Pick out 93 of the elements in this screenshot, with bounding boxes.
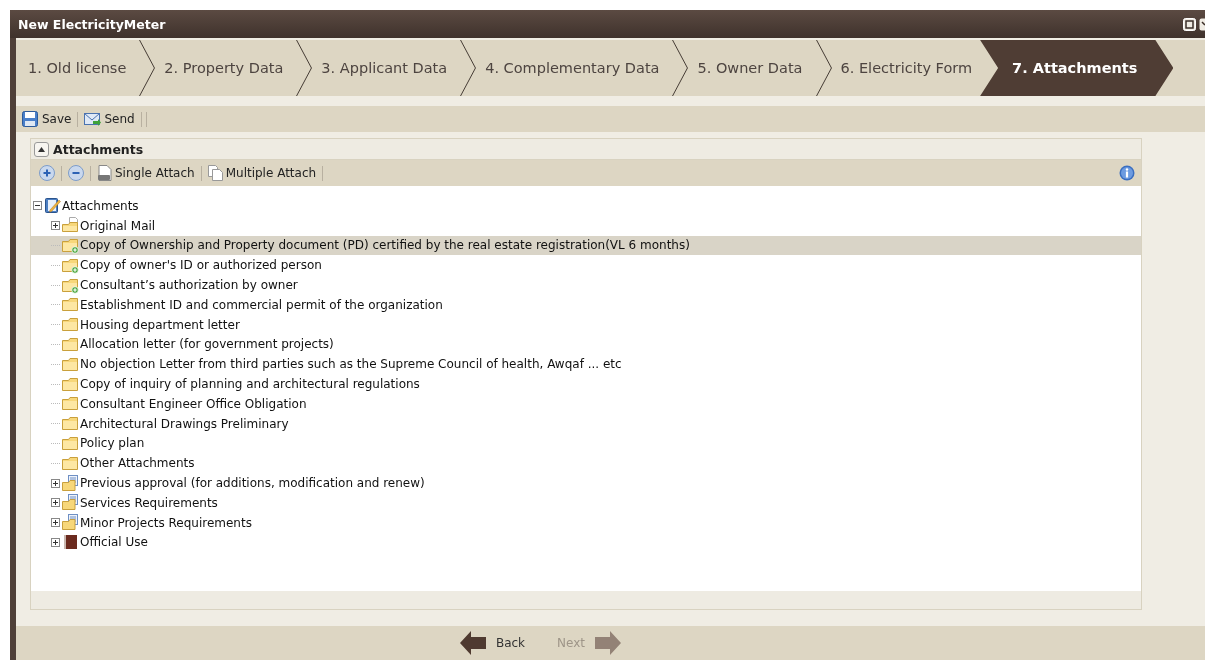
expand-icon[interactable] xyxy=(51,498,60,508)
step-tab[interactable]: 5. Owner Data xyxy=(689,40,815,96)
single-attach-button[interactable]: Single Attach xyxy=(95,164,197,182)
notebook-icon xyxy=(44,197,61,215)
node-label: Copy of Ownership and Property document (PD) certified by the real estate registration(VL 6 months) xyxy=(80,238,690,253)
folder-add-icon xyxy=(62,237,79,254)
folder-icon xyxy=(62,296,79,314)
node-label: Previous approval (for additions, modification and renew) xyxy=(80,476,425,491)
caret-icon xyxy=(38,146,45,152)
documents-icon xyxy=(207,165,224,181)
node-label: Consultant Engineer Office Obligation xyxy=(80,396,307,411)
multiple-attach-button[interactable]: Multiple Attach xyxy=(205,164,319,182)
folder-document-icon xyxy=(62,217,79,235)
step-tab[interactable]: 7. Attachments xyxy=(980,40,1174,96)
tree-node[interactable]: No objection Letter from third parties such as the Supreme Council of health, Awqaf ... etc xyxy=(31,354,1141,375)
panel-title: Attachments xyxy=(53,141,144,157)
tree-node[interactable]: Services Requirements xyxy=(31,492,1141,513)
tree-node[interactable]: Previous approval (for additions, modification and renew) xyxy=(31,473,1141,493)
tree-node[interactable]: Allocation letter (for government projects) xyxy=(31,334,1141,355)
remove-button[interactable] xyxy=(66,164,86,182)
node-label: Consultant’s authorization by owner xyxy=(80,278,298,293)
folder-icon xyxy=(62,316,79,334)
close-icon[interactable] xyxy=(1199,17,1205,31)
folder-icon xyxy=(62,395,79,413)
right-arrow-icon xyxy=(595,631,622,655)
expand-icon[interactable] xyxy=(51,221,60,231)
folder-add-icon xyxy=(62,256,79,274)
document-icon xyxy=(97,165,113,181)
folder-icon xyxy=(62,335,79,353)
folder-icon xyxy=(62,375,79,393)
tree-node[interactable]: Attachments xyxy=(31,196,1141,216)
step-tab[interactable]: 2. Property Data xyxy=(156,40,296,96)
folder-icon xyxy=(62,355,79,373)
info-icon[interactable] xyxy=(1119,165,1135,181)
tab-separator xyxy=(459,40,478,96)
tab-separator xyxy=(295,40,314,96)
tree-node[interactable]: Other Attachments xyxy=(31,453,1141,474)
node-label: Architectural Drawings Preliminary xyxy=(80,416,289,431)
folder-icon xyxy=(62,454,79,472)
tree-node[interactable]: Consultant’s authorization by owner xyxy=(31,275,1141,295)
back-button[interactable]: Back xyxy=(453,630,532,656)
node-label: Minor Projects Requirements xyxy=(80,515,252,530)
tab-separator xyxy=(814,40,833,96)
add-button[interactable] xyxy=(37,164,57,182)
tree-node[interactable]: Establishment ID and commercial permit of the organization xyxy=(31,295,1141,315)
minus-icon xyxy=(68,165,84,181)
tab-separator xyxy=(138,40,157,96)
step-tab[interactable]: 1. Old license xyxy=(16,40,139,96)
node-label: Original Mail xyxy=(80,218,156,233)
tree-node[interactable]: Copy of inquiry of planning and architectural regulations xyxy=(31,374,1141,394)
folder-list-icon xyxy=(62,514,79,532)
node-label: No objection Letter from third parties such as the Supreme Council of health, Awqaf ... etc xyxy=(80,357,622,372)
tree-node[interactable]: Consultant Engineer Office Obligation xyxy=(31,393,1141,414)
expand-icon[interactable] xyxy=(51,518,60,528)
node-label: Allocation letter (for government projects) xyxy=(80,337,334,352)
send-button[interactable]: Send xyxy=(82,109,137,129)
save-button[interactable]: Save xyxy=(20,109,74,129)
node-label: Official Use xyxy=(80,535,148,550)
folder-list-icon xyxy=(62,494,79,512)
node-label: Attachments xyxy=(62,198,139,213)
left-arrow-icon xyxy=(459,631,486,655)
tree-node[interactable]: Official Use xyxy=(31,532,1141,553)
collapse-icon[interactable] xyxy=(33,201,42,211)
tree-node[interactable]: Original Mail xyxy=(31,215,1141,236)
window-title: New ElectricityMeter xyxy=(18,16,166,32)
node-label: Copy of owner's ID or authorized person xyxy=(80,258,322,273)
tree-node[interactable]: Minor Projects Requirements xyxy=(31,512,1141,533)
expand-icon[interactable] xyxy=(51,478,60,488)
node-label: Copy of inquiry of planning and architectural regulations xyxy=(80,377,420,392)
envelope-icon xyxy=(84,110,103,128)
maximize-icon[interactable] xyxy=(1183,17,1196,31)
node-label: Other Attachments xyxy=(80,456,195,471)
tree-node[interactable]: Copy of owner's ID or authorized person xyxy=(31,255,1141,276)
tab-separator xyxy=(671,40,690,96)
step-tab[interactable]: 4. Complementary Data xyxy=(477,40,672,96)
folder-icon xyxy=(62,434,79,452)
node-label: Policy plan xyxy=(80,436,145,451)
node-label: Housing department letter xyxy=(80,317,240,332)
folder-add-icon xyxy=(62,276,79,294)
folder-list-icon xyxy=(62,474,79,492)
node-label: Services Requirements xyxy=(80,495,218,510)
tree-node[interactable]: Architectural Drawings Preliminary xyxy=(31,413,1141,434)
collapse-button[interactable] xyxy=(34,141,49,157)
tree-node[interactable]: Housing department letter xyxy=(31,314,1141,335)
book-icon xyxy=(62,533,79,551)
folder-icon xyxy=(62,415,79,433)
tree-node[interactable]: Policy plan xyxy=(31,433,1141,454)
step-tab[interactable]: 3. Applicant Data xyxy=(313,40,460,96)
node-label: Establishment ID and commercial permit of the organization xyxy=(80,297,443,312)
save-icon xyxy=(22,110,40,128)
plus-icon xyxy=(39,165,55,181)
tree-node[interactable]: Copy of Ownership and Property document (PD) certified by the real estate registration(VL 6 months) xyxy=(31,235,1141,256)
expand-icon[interactable] xyxy=(51,537,60,547)
